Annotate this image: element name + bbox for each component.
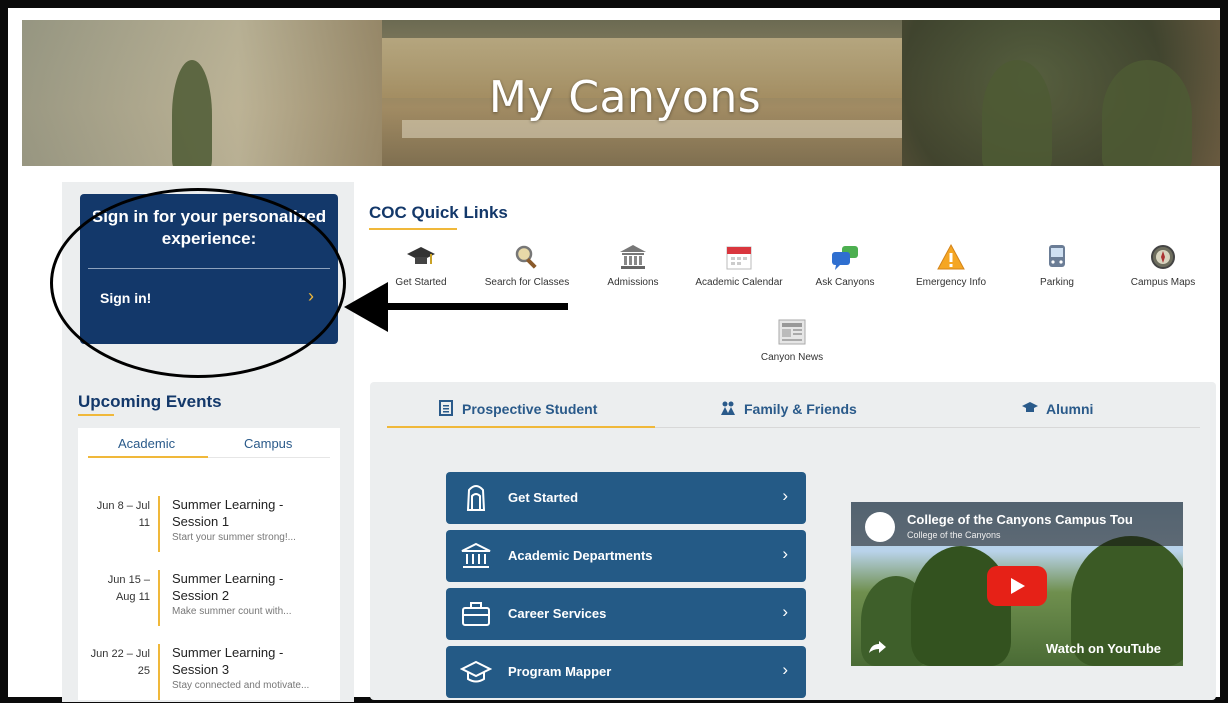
watch-on-youtube-link[interactable]: Watch on YouTube (1046, 641, 1161, 656)
button-label: Program Mapper (508, 664, 612, 679)
quicklink-ask-canyons[interactable]: Ask Canyons (790, 243, 900, 288)
button-label: Academic Departments (508, 548, 653, 563)
share-icon[interactable] (867, 640, 887, 654)
career-services-button[interactable]: Career Services › (446, 588, 806, 640)
chevron-right-icon: › (782, 660, 788, 679)
graduation-cap-icon (460, 660, 492, 683)
graduation-cap-icon (407, 247, 435, 264)
tab-divider (208, 457, 330, 458)
chevron-right-icon: › (782, 602, 788, 621)
campus-tour-video[interactable]: College of the Canyons Campus Tou Colleg… (851, 502, 1183, 666)
annotation-arrow (380, 303, 568, 310)
get-started-button[interactable]: Get Started › (446, 472, 806, 524)
event-item[interactable]: Jun 8 – Jul 11 Summer Learning - Session… (78, 496, 340, 560)
event-date: Jun 22 – Jul 25 (90, 648, 150, 677)
quicklink-academic-calendar[interactable]: Academic Calendar (684, 243, 794, 288)
bus-icon (1049, 245, 1065, 267)
events-box: Academic Campus Jun 8 – Jul 11 Summer Le… (78, 428, 340, 700)
backpack-icon (466, 485, 486, 511)
graduation-cap-icon (1022, 402, 1038, 412)
magnifier-icon (515, 245, 537, 269)
button-label: Get Started (508, 490, 579, 505)
quicklink-emergency-info[interactable]: Emergency Info (896, 243, 1006, 288)
page-title: My Canyons (488, 72, 762, 123)
video-channel: College of the Canyons (907, 530, 1001, 540)
tab-prospective-student[interactable]: Prospective Student (438, 400, 597, 417)
people-icon (721, 401, 735, 415)
event-item[interactable]: Jun 15 – Aug 11 Summer Learning - Sessio… (78, 570, 340, 634)
event-title: Summer Learning - Session 2 (172, 571, 284, 603)
channel-logo (865, 512, 895, 542)
quick-links-title: COC Quick Links (369, 203, 508, 222)
quicklink-get-started[interactable]: Get Started (366, 243, 476, 288)
event-date: Jun 8 – Jul 11 (96, 500, 150, 529)
quicklink-admissions[interactable]: Admissions (578, 243, 688, 288)
program-mapper-button[interactable]: Program Mapper › (446, 646, 806, 698)
academic-departments-button[interactable]: Academic Departments › (446, 530, 806, 582)
document-icon (439, 400, 453, 416)
tab-campus[interactable]: Campus (244, 436, 292, 451)
event-title: Summer Learning - Session 1 (172, 497, 284, 529)
chat-bubbles-icon (832, 246, 858, 270)
briefcase-icon (462, 602, 490, 626)
audience-panel: Prospective Student Family & Friends Alu… (370, 382, 1216, 700)
quicklink-canyon-news[interactable]: Canyon News (737, 318, 847, 363)
video-title: College of the Canyons Campus Tou (907, 512, 1133, 527)
event-title: Summer Learning - Session 3 (172, 645, 284, 677)
tab-family-friends[interactable]: Family & Friends (720, 400, 857, 417)
tab-divider (655, 427, 1200, 428)
event-desc: Start your summer strong!... (172, 532, 296, 543)
title-underline (369, 228, 457, 230)
event-desc: Make summer count with... (172, 606, 292, 617)
building-icon (620, 245, 646, 269)
building-icon (461, 542, 491, 568)
event-item[interactable]: Jun 22 – Jul 25 Summer Learning - Sessio… (78, 644, 340, 708)
event-desc: Stay connected and motivate... (172, 680, 310, 691)
button-label: Career Services (508, 606, 607, 621)
hero-banner: My Canyons (22, 20, 1220, 166)
quicklink-campus-maps[interactable]: Campus Maps (1108, 243, 1218, 288)
quicklink-search-classes[interactable]: Search for Classes (472, 243, 582, 288)
active-tab-underline (88, 456, 208, 458)
annotation-arrow-head (344, 282, 388, 332)
title-underline (78, 414, 114, 416)
warning-icon (937, 243, 965, 270)
play-button[interactable] (987, 566, 1047, 606)
upcoming-events-title: Upcoming Events (78, 392, 222, 411)
active-tab-underline (387, 426, 655, 428)
newspaper-icon (778, 319, 806, 345)
event-date: Jun 15 – Aug 11 (107, 574, 150, 603)
quicklink-parking[interactable]: Parking (1002, 243, 1112, 288)
tab-academic[interactable]: Academic (118, 436, 175, 451)
calendar-icon (726, 246, 752, 270)
compass-icon (1151, 245, 1175, 269)
chevron-right-icon: › (782, 486, 788, 505)
tab-alumni[interactable]: Alumni (1022, 400, 1093, 417)
annotation-oval (50, 188, 346, 378)
chevron-right-icon: › (782, 544, 788, 563)
